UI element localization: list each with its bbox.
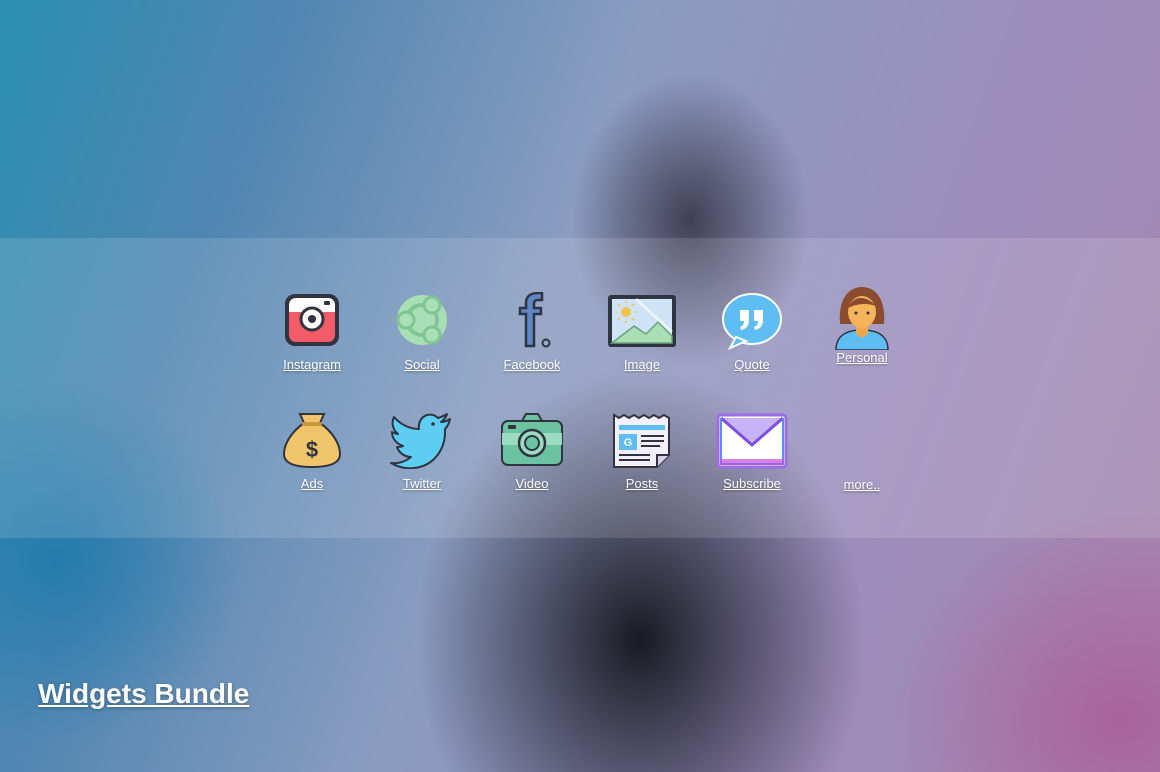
envelope-icon bbox=[716, 413, 788, 469]
camera-icon bbox=[501, 413, 563, 466]
widget-label: Image bbox=[623, 357, 661, 372]
widget-label: Personal bbox=[836, 350, 888, 365]
widget-label: Instagram bbox=[283, 357, 341, 372]
widget-label: Social bbox=[404, 357, 440, 372]
svg-text:G: G bbox=[624, 437, 633, 449]
widget-personal[interactable]: Personal bbox=[807, 284, 917, 384]
money-bag-icon: $ bbox=[282, 413, 342, 469]
page-title[interactable]: Widgets Bundle bbox=[38, 678, 249, 710]
widget-quote[interactable]: Quote bbox=[697, 292, 807, 392]
twitter-bird-icon bbox=[390, 413, 451, 469]
instagram-icon bbox=[285, 294, 339, 346]
widget-subscribe[interactable]: Subscribe bbox=[697, 411, 807, 511]
widget-label: Ads bbox=[300, 476, 324, 491]
social-share-icon bbox=[396, 295, 447, 345]
quote-bubble-icon bbox=[722, 293, 782, 350]
newspaper-icon: G bbox=[613, 413, 670, 468]
image-icon bbox=[608, 295, 676, 347]
facebook-icon bbox=[518, 292, 551, 348]
widget-social[interactable]: Social bbox=[367, 292, 477, 392]
widget-label: Subscribe bbox=[723, 476, 781, 491]
widget-facebook[interactable]: Facebook bbox=[477, 292, 587, 392]
widget-label: Posts bbox=[625, 476, 659, 491]
widget-video[interactable]: Video bbox=[477, 411, 587, 511]
widget-instagram[interactable]: Instagram bbox=[257, 292, 367, 392]
person-icon bbox=[835, 287, 889, 350]
more-link[interactable]: more.. bbox=[832, 477, 892, 492]
widget-image[interactable]: Image bbox=[587, 292, 697, 392]
svg-text:$: $ bbox=[306, 437, 318, 462]
widget-label: Quote bbox=[734, 357, 770, 372]
widget-label: Video bbox=[515, 476, 549, 491]
widget-ads[interactable]: $ Ads bbox=[257, 411, 367, 511]
widget-posts[interactable]: G Posts bbox=[587, 411, 697, 511]
widget-label: Twitter bbox=[402, 476, 442, 491]
widget-label: Facebook bbox=[503, 357, 561, 372]
widget-twitter[interactable]: Twitter bbox=[367, 411, 477, 511]
